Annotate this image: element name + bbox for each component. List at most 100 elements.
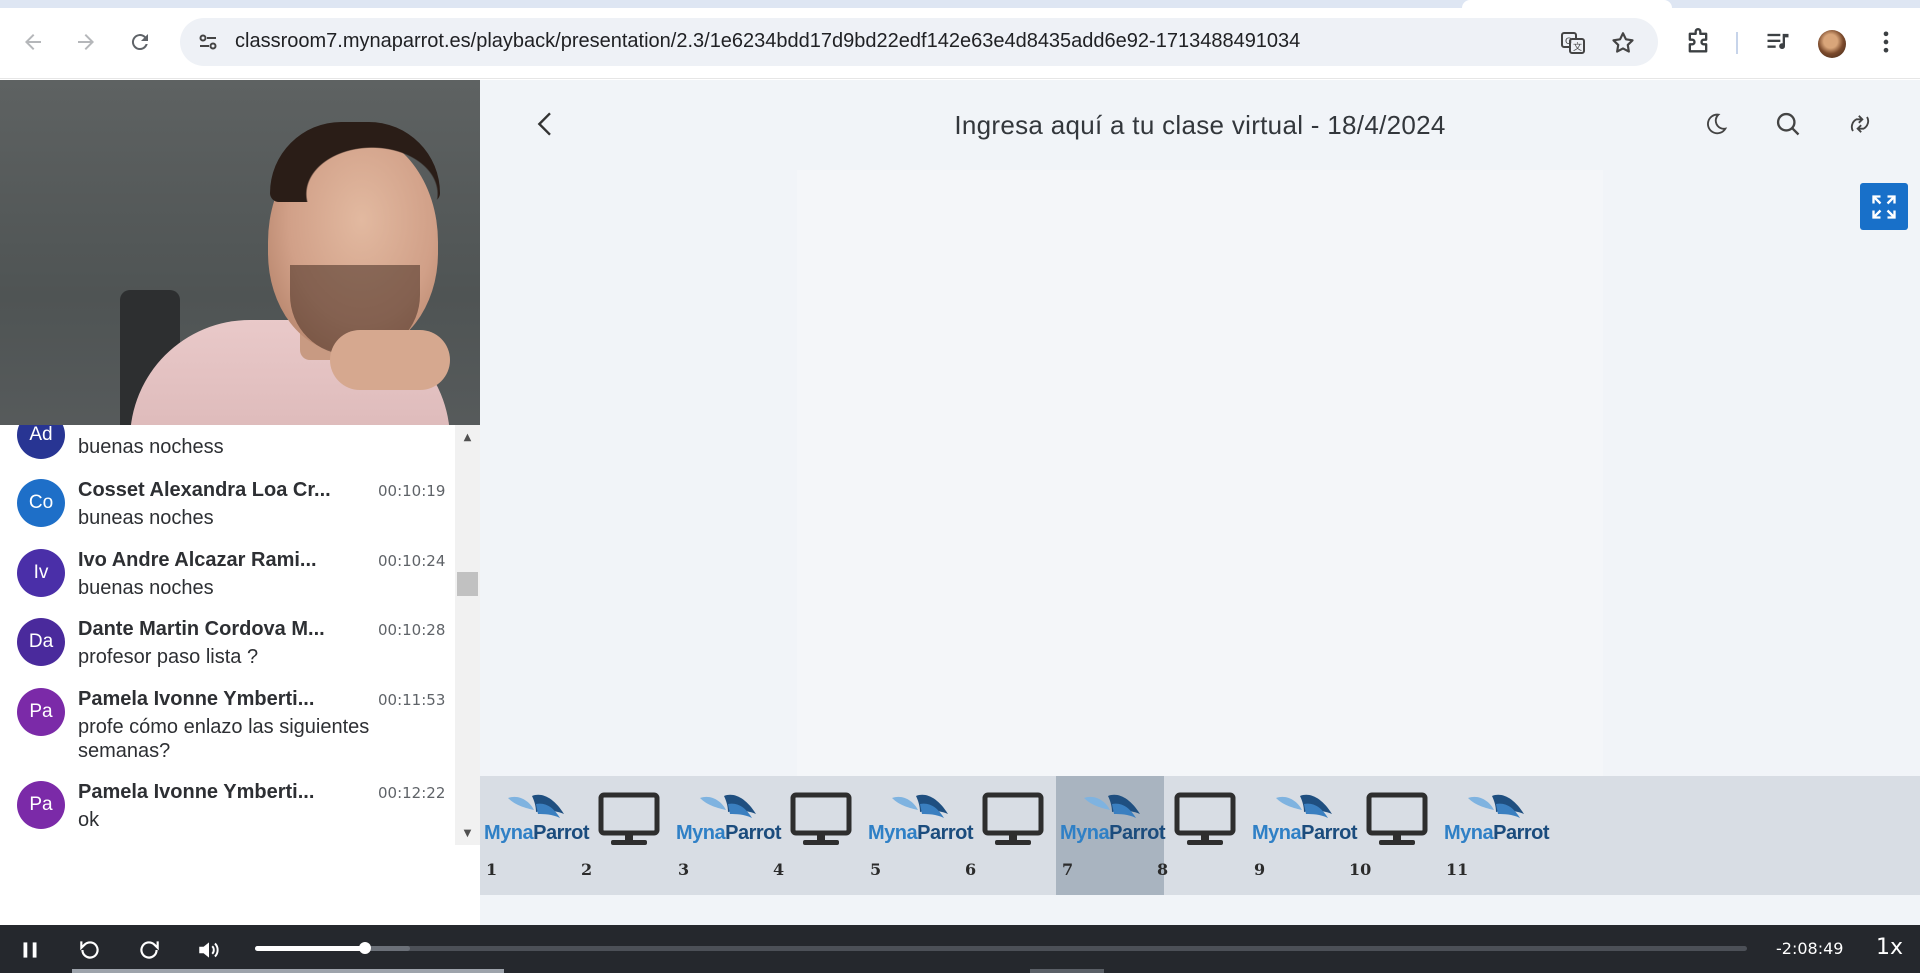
sender-name: Cosset Alexandra Loa Cr...	[78, 479, 331, 501]
parrot-bird-icon	[1276, 794, 1332, 818]
avatar: Co	[17, 479, 65, 527]
extensions-icon[interactable]	[1684, 28, 1712, 56]
sender-name: Pamela Ivonne Ymberti...	[78, 781, 315, 803]
sender-name: Dante Martin Cordova M...	[78, 618, 325, 640]
forward-icon[interactable]	[136, 937, 162, 963]
slide-thumbnail-8[interactable]: 8	[1151, 776, 1259, 895]
webcam-person-hand	[330, 330, 450, 390]
parrot-bird-icon	[1468, 794, 1524, 818]
slide-canvas[interactable]	[797, 170, 1603, 856]
slide-thumbnail-4[interactable]: 4	[767, 776, 875, 895]
slide-number: 2	[581, 860, 593, 879]
avatar: Da	[17, 618, 65, 666]
slide-number: 3	[678, 860, 690, 879]
playback-rate-button[interactable]: 1x	[1876, 935, 1903, 960]
webcam-video[interactable]	[0, 80, 480, 440]
slide-thumbnail-3[interactable]: MynaParrot 3	[672, 776, 782, 895]
pause-icon[interactable]	[17, 937, 43, 963]
taskbar-indicator	[72, 969, 504, 973]
profile-avatar[interactable]	[1818, 30, 1846, 58]
avatar: Iv	[17, 549, 65, 597]
translate-icon[interactable]: G文	[1560, 30, 1586, 56]
player-bar: -2:08:49 1x	[0, 925, 1920, 973]
message-time[interactable]: 00:10:24	[378, 552, 445, 570]
slide-thumbnail-11[interactable]: MynaParrot 11	[1440, 776, 1550, 895]
sender-name: Ivo Andre Alcazar Rami...	[78, 549, 317, 571]
slide-number: 5	[870, 860, 882, 879]
sender-name: Pamela Ivonne Ymberti...	[78, 688, 315, 710]
message-text: ok	[78, 809, 100, 831]
browser-toolbar: classroom7.mynaparrot.es/playback/presen…	[0, 8, 1920, 79]
logo-text-parrot: Parrot	[1493, 822, 1550, 844]
message-time[interactable]: 00:10:19	[378, 482, 445, 500]
forward-arrow-icon[interactable]	[68, 24, 104, 60]
monitor-icon	[963, 792, 1063, 846]
monitor-icon	[1155, 792, 1255, 846]
slide-number: 9	[1254, 860, 1266, 879]
parrot-bird-icon	[508, 794, 564, 818]
rewind-icon[interactable]	[77, 937, 103, 963]
message-text: buneas noches	[78, 507, 214, 529]
logo-text-myna: Myna	[1252, 822, 1302, 844]
scroll-thumb[interactable]	[457, 572, 478, 596]
message-text: buenas noches	[78, 577, 214, 599]
slide-number: 7	[1062, 860, 1074, 879]
chat-scrollbar[interactable]: ▲ ▼	[455, 425, 480, 845]
message-time[interactable]: 00:12:22	[378, 784, 445, 802]
address-bar[interactable]: classroom7.mynaparrot.es/playback/presen…	[180, 18, 1658, 66]
scroll-down-icon[interactable]: ▼	[455, 825, 480, 841]
chat-list[interactable]: Ad buenas nochess Co Cosset Alexandra Lo…	[0, 425, 455, 845]
mynaparrot-logo: MynaParrot	[676, 792, 782, 846]
slide-thumbnail-10[interactable]: 10	[1343, 776, 1451, 895]
slide-number: 1	[486, 860, 498, 879]
expand-icon	[1872, 194, 1896, 219]
monitor-icon	[1347, 792, 1447, 846]
site-settings-icon[interactable]	[196, 30, 220, 54]
mynaparrot-logo: MynaParrot	[1444, 792, 1550, 846]
tab-strip	[0, 0, 1920, 8]
fullscreen-button[interactable]	[1860, 183, 1908, 230]
back-arrow-icon[interactable]	[15, 24, 51, 60]
slide-thumbnail-6[interactable]: 6	[959, 776, 1067, 895]
scroll-up-icon[interactable]: ▲	[455, 429, 480, 445]
seek-handle[interactable]	[359, 942, 372, 954]
mynaparrot-logo: MynaParrot	[1060, 792, 1166, 846]
mynaparrot-logo: MynaParrot	[484, 792, 590, 846]
logo-text-myna: Myna	[868, 822, 918, 844]
media-controls-icon[interactable]	[1764, 28, 1792, 56]
progress-bar	[255, 946, 366, 951]
slide-number: 6	[965, 860, 977, 879]
slide-thumbnails: MynaParrot 1 2 MynaParrot 3 4 MynaParrot 5 6 Myna…	[480, 776, 1920, 895]
logo-text-myna: Myna	[676, 822, 726, 844]
kebab-menu-icon[interactable]	[1872, 28, 1900, 56]
message-time[interactable]: 00:11:53	[378, 691, 445, 709]
parrot-bird-icon	[1084, 794, 1140, 818]
logo-text-myna: Myna	[1060, 822, 1110, 844]
message-time[interactable]: 00:10:28	[378, 621, 445, 639]
active-tab[interactable]	[1462, 0, 1672, 8]
parrot-bird-icon	[892, 794, 948, 818]
avatar: Pa	[17, 688, 65, 736]
avatar: Pa	[17, 781, 65, 829]
swap-layout-icon[interactable]	[1846, 110, 1874, 138]
slide-thumbnail-1[interactable]: MynaParrot 1	[480, 776, 590, 895]
reload-icon[interactable]	[122, 24, 158, 60]
volume-icon[interactable]	[196, 937, 222, 963]
dark-mode-icon[interactable]	[1702, 110, 1730, 138]
star-icon[interactable]	[1610, 30, 1636, 56]
slide-thumbnail-2[interactable]: 2	[575, 776, 683, 895]
avatar: Ad	[17, 425, 65, 459]
slide-thumbnail-9[interactable]: MynaParrot 9	[1248, 776, 1358, 895]
logo-text-myna: Myna	[1444, 822, 1494, 844]
search-icon[interactable]	[1774, 110, 1802, 138]
monitor-icon	[579, 792, 679, 846]
message-text: profesor paso lista ?	[78, 646, 259, 668]
slide-thumbnail-7[interactable]: MynaParrot 7	[1056, 776, 1166, 895]
seek-bar[interactable]	[255, 942, 1747, 954]
slide-number: 10	[1349, 860, 1372, 879]
webcam-person-hair	[270, 122, 440, 202]
message-text: profe cómo enlazo las siguientes semanas…	[78, 716, 370, 762]
slide-thumbnail-5[interactable]: MynaParrot 5	[864, 776, 974, 895]
url-text[interactable]: classroom7.mynaparrot.es/playback/presen…	[235, 30, 1300, 53]
taskbar-indicator	[1030, 969, 1104, 973]
